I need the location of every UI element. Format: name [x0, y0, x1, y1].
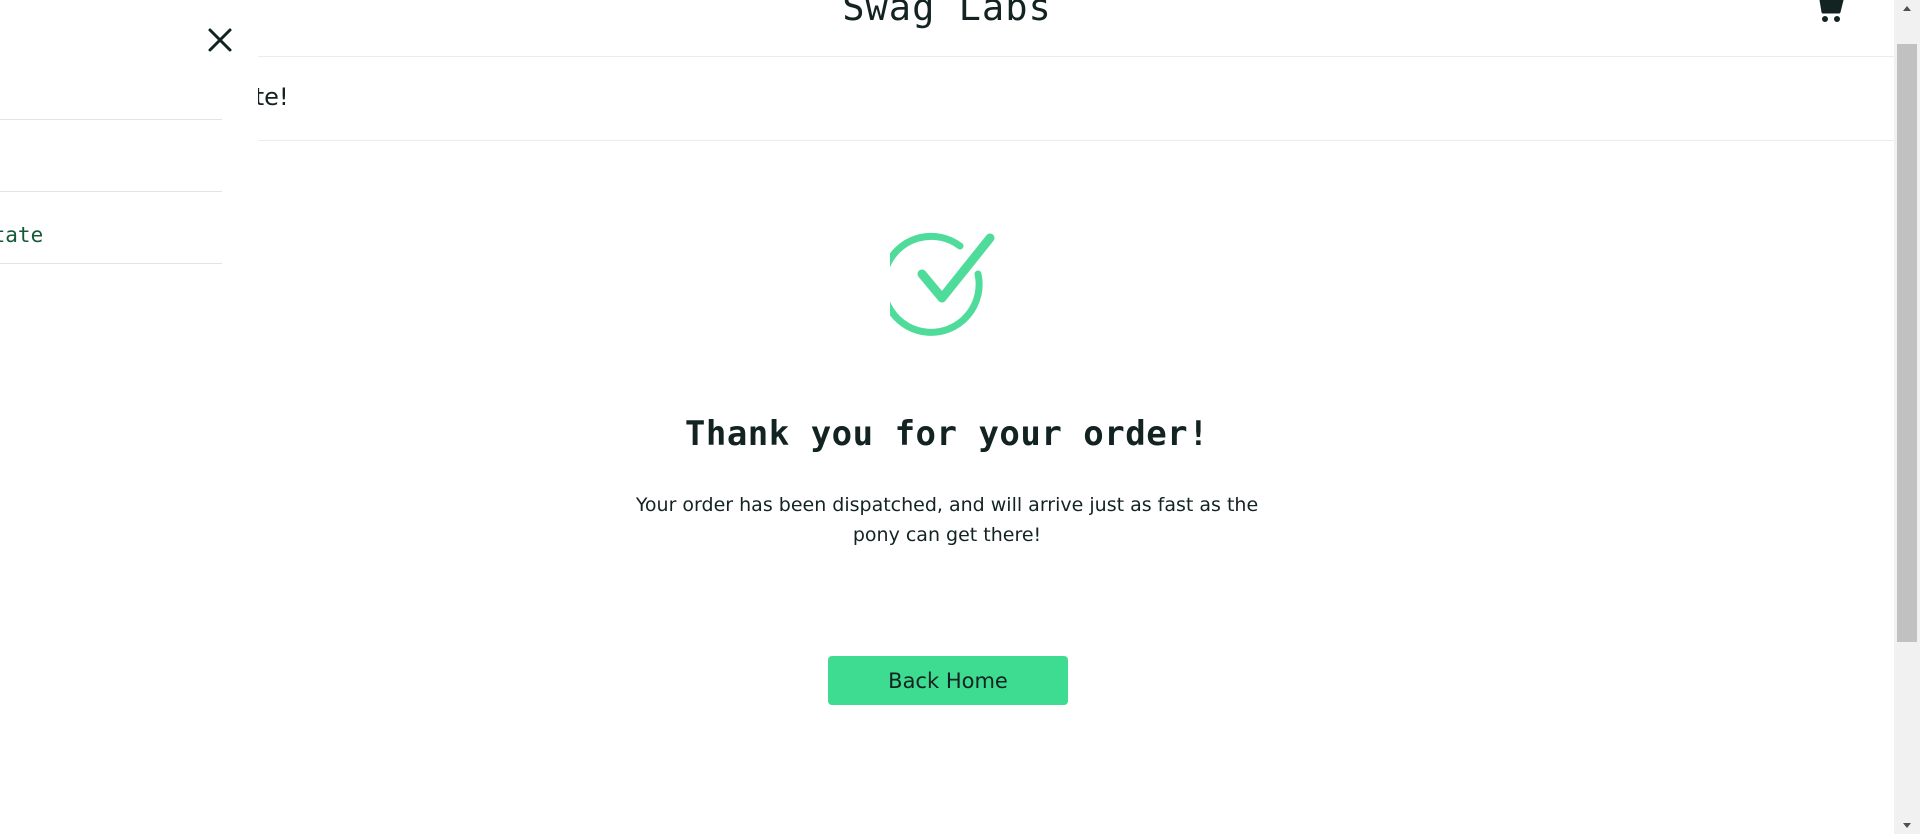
complete-header: Thank you for your order! [684, 414, 1210, 454]
menu-item-label: State [0, 223, 44, 247]
app-logo: Swag Labs [842, 0, 1052, 29]
primary-header: Swag Labs [0, 0, 1894, 57]
arrow-up-icon[interactable] [1894, 0, 1920, 18]
scrollbar[interactable] [1894, 0, 1920, 834]
page: Swag Labs ete! ate Thank you for your or… [0, 0, 1920, 834]
scrollbar-thumb[interactable] [1897, 44, 1917, 642]
secondary-header: ete! [0, 56, 1894, 141]
menu-item-1[interactable] [0, 48, 222, 120]
complete-text: Your order has been dispatched, and will… [635, 494, 1259, 546]
menu-item-3[interactable]: State [0, 192, 222, 264]
side-menu: State [0, 0, 258, 834]
arrow-down-icon[interactable] [1894, 816, 1920, 834]
menu-item-2[interactable] [0, 120, 222, 192]
back-home-button[interactable]: Back Home [828, 656, 1068, 705]
checkmark-circle-icon [879, 232, 1002, 344]
shopping-cart-icon[interactable] [1811, 0, 1847, 28]
menu-list: State [0, 48, 222, 264]
